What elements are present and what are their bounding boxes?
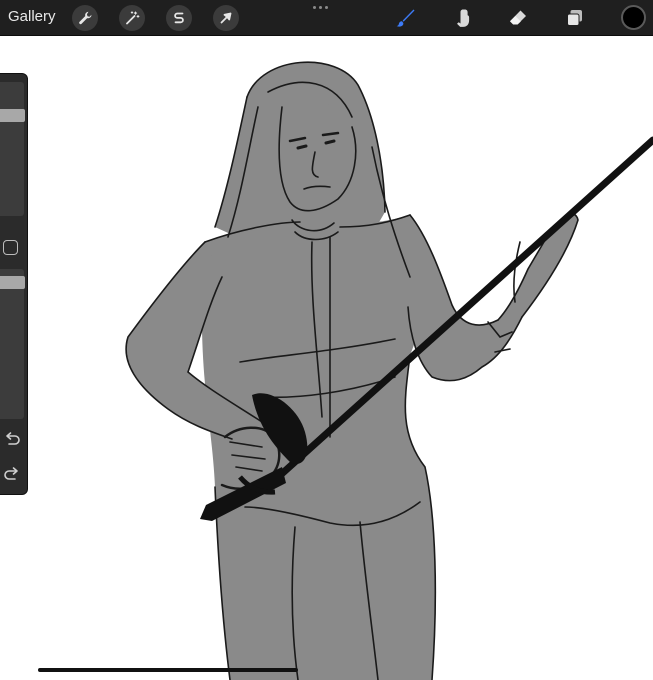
undo-icon (6, 432, 20, 445)
wrench-icon (79, 11, 92, 25)
drawing-canvas[interactable] (0, 37, 653, 680)
more-options-button[interactable] (313, 6, 328, 9)
brush-size-thumb[interactable] (0, 109, 25, 122)
redo-icon (4, 467, 18, 480)
adjustments-button[interactable] (119, 5, 145, 31)
brush-opacity-thumb[interactable] (0, 276, 25, 289)
actions-button[interactable] (72, 5, 98, 31)
transform-button[interactable] (213, 5, 239, 31)
brush-tool-button[interactable] (392, 5, 418, 31)
figure-fill (126, 62, 578, 680)
brush-opacity-slider[interactable] (0, 269, 25, 419)
artwork-sketch (125, 61, 653, 680)
smudge-tool-button[interactable] (449, 5, 475, 31)
selection-s-icon (174, 12, 184, 24)
selection-button[interactable] (166, 5, 192, 31)
layers-icon (567, 10, 582, 26)
arrow-cursor-icon (220, 12, 232, 24)
brush-sidebar (0, 73, 28, 495)
gallery-button[interactable]: Gallery (8, 8, 56, 25)
modify-button[interactable] (3, 240, 18, 255)
dot (319, 6, 322, 9)
layers-button[interactable] (562, 5, 588, 31)
magic-wand-icon (126, 11, 140, 25)
smudge-finger-icon (457, 9, 470, 27)
undo-button[interactable] (3, 431, 21, 447)
dot (325, 6, 328, 9)
eraser-tool-button[interactable] (505, 5, 531, 31)
color-picker-button[interactable] (621, 5, 646, 30)
brush-size-slider[interactable] (0, 82, 25, 216)
dot (313, 6, 316, 9)
home-indicator (38, 668, 298, 672)
eraser-icon (510, 10, 526, 25)
redo-button[interactable] (3, 466, 21, 482)
top-toolbar: Gallery (0, 0, 653, 36)
brush-icon (396, 9, 415, 27)
